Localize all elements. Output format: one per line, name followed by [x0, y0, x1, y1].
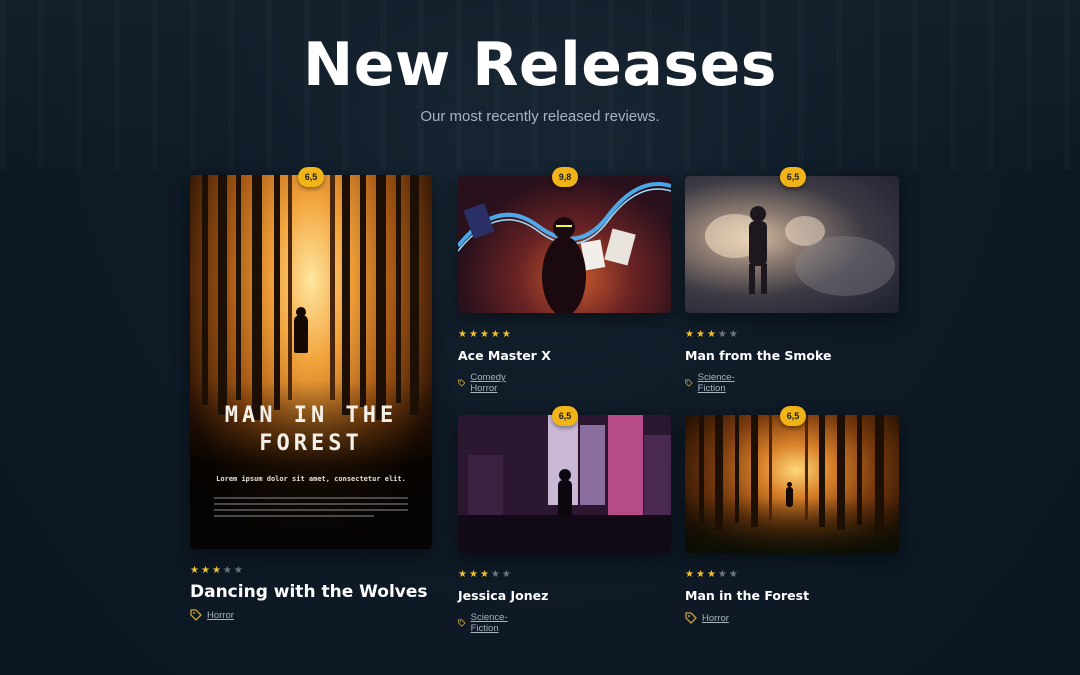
star-icon: ★	[458, 569, 467, 580]
star-rating: ★ ★ ★ ★ ★	[685, 570, 738, 580]
rating-badge: 6,5	[298, 167, 324, 187]
star-icon: ★	[200, 565, 210, 576]
star-icon: ★	[501, 329, 511, 340]
tag-icon	[458, 619, 466, 627]
star-icon: ★	[479, 569, 489, 580]
card-title[interactable]: Ace Master X	[458, 348, 551, 363]
rating-badge: 6,5	[780, 167, 806, 187]
star-rating: ★ ★ ★ ★ ★	[190, 566, 243, 576]
genre-link[interactable]: Science-Fiction	[685, 372, 739, 394]
poster-art	[458, 182, 671, 313]
star-icon: ★	[490, 329, 500, 340]
card-poster[interactable]	[685, 176, 899, 313]
star-icon: ★	[706, 569, 716, 580]
card-poster[interactable]	[458, 415, 671, 553]
star-icon: ★	[222, 565, 232, 576]
star-icon: ★	[468, 569, 478, 580]
tag-icon	[685, 612, 697, 624]
featured-poster[interactable]: MAN IN THE FOREST Lorem ipsum dolor sit …	[190, 175, 432, 549]
genre-link[interactable]: Horror	[685, 612, 729, 624]
card-title[interactable]: Man from the Smoke	[685, 348, 831, 363]
star-icon: ★	[490, 569, 500, 580]
star-rating: ★ ★ ★ ★ ★	[685, 330, 738, 340]
rating-badge: 9,8	[552, 167, 578, 187]
genre-label[interactable]: Comedy Horror	[470, 372, 510, 394]
genre-link[interactable]: Comedy Horror	[458, 372, 510, 394]
star-icon: ★	[479, 329, 489, 340]
page-title: New Releases	[303, 30, 777, 100]
rating-badge: 6,5	[552, 406, 578, 426]
star-icon: ★	[728, 569, 738, 580]
star-icon: ★	[695, 329, 705, 340]
star-icon: ★	[468, 329, 478, 340]
star-icon: ★	[706, 329, 716, 340]
star-icon: ★	[501, 569, 511, 580]
star-rating: ★ ★ ★ ★ ★	[458, 330, 511, 340]
star-rating: ★ ★ ★ ★ ★	[458, 570, 511, 580]
card-poster[interactable]	[458, 176, 671, 313]
genre-label[interactable]: Science-Fiction	[698, 372, 739, 394]
star-icon: ★	[458, 329, 467, 340]
poster-art	[705, 206, 895, 296]
star-icon: ★	[211, 565, 221, 576]
genre-label[interactable]: Horror	[702, 613, 729, 624]
poster-tagline: Lorem ipsum dolor sit amet, consectetur …	[216, 475, 406, 483]
star-icon: ★	[685, 569, 694, 580]
rating-badge: 6,5	[780, 406, 806, 426]
poster-title-line1: MAN IN THE	[224, 403, 398, 428]
star-icon: ★	[190, 565, 199, 576]
genre-label[interactable]: Horror	[207, 610, 234, 621]
tag-icon	[458, 379, 466, 387]
tag-icon	[190, 609, 202, 621]
card-poster[interactable]	[685, 415, 899, 553]
star-icon: ★	[717, 569, 727, 580]
card-title[interactable]: Dancing with the Wolves	[190, 582, 428, 602]
card-title[interactable]: Jessica Jonez	[458, 588, 548, 603]
star-icon: ★	[728, 329, 738, 340]
star-icon: ★	[685, 329, 694, 340]
page-subtitle: Our most recently released reviews.	[420, 108, 660, 125]
genre-label[interactable]: Science-Fiction	[471, 612, 512, 634]
genre-link[interactable]: Science-Fiction	[458, 612, 512, 634]
star-icon: ★	[717, 329, 727, 340]
star-icon: ★	[695, 569, 705, 580]
poster-title-line2: FOREST	[259, 431, 363, 456]
card-title[interactable]: Man in the Forest	[685, 588, 809, 603]
tag-icon	[685, 379, 693, 387]
man-silhouette	[294, 315, 308, 353]
genre-link[interactable]: Horror	[190, 609, 234, 621]
poster-art	[458, 415, 671, 553]
star-icon: ★	[233, 565, 243, 576]
